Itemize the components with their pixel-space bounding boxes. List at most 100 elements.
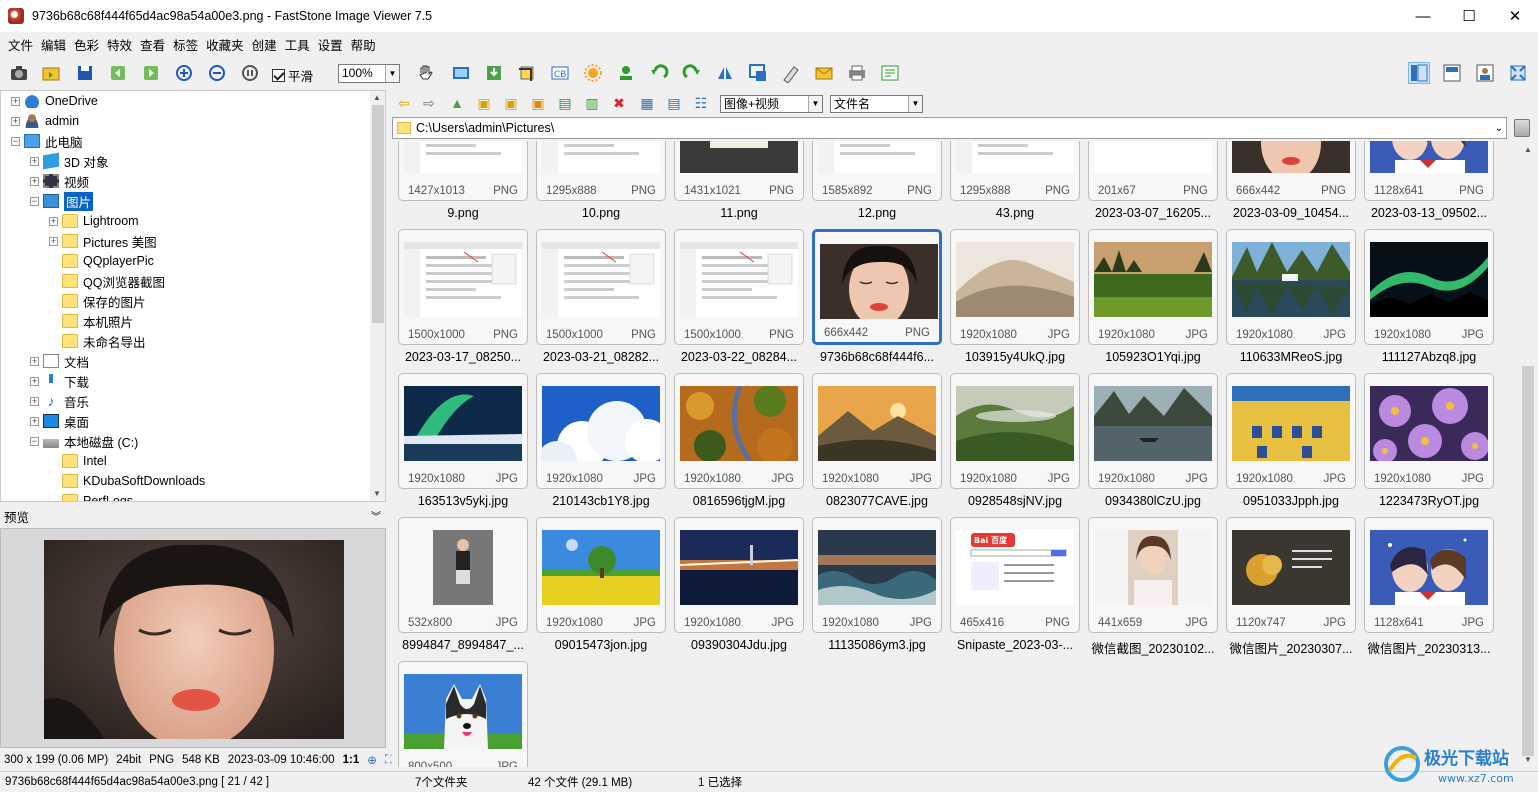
thumbnail-item[interactable]: 1295x888 PNG 43.png: [944, 141, 1080, 229]
tree-item[interactable]: + 桌面: [30, 411, 89, 431]
thumbnail-item[interactable]: 532x800 JPG 8994847_8994847_...: [392, 517, 528, 661]
contact-sheet-icon[interactable]: [879, 62, 901, 84]
thumbnail-item[interactable]: 1500x1000 PNG 2023-03-21_08282...: [530, 229, 666, 373]
tree-item[interactable]: + Pictures 美图: [49, 231, 157, 251]
menu-tags[interactable]: 标签: [169, 35, 202, 54]
thumbnail-item[interactable]: 666x442 PNG 2023-03-09_10454...: [1220, 141, 1356, 229]
flip-icon[interactable]: [714, 62, 736, 84]
path-field[interactable]: C:\Users\admin\Pictures\ ⌄: [392, 117, 1507, 139]
expand-icon[interactable]: +: [49, 216, 58, 226]
favorite-folder-icon[interactable]: ▣: [529, 94, 547, 112]
hand-tool-icon[interactable]: [410, 62, 442, 84]
thumbnail-card[interactable]: 1120x747 JPG: [1226, 517, 1356, 633]
crop-icon[interactable]: [516, 62, 538, 84]
menu-favorites[interactable]: 收藏夹: [202, 35, 248, 54]
thumbnail-card[interactable]: 1920x1080 JPG: [1364, 373, 1494, 489]
thumbnail-card[interactable]: 1920x1080 JPG: [812, 517, 942, 633]
thumbnail-item[interactable]: 666x442 PNG 9736b68c68f444f6...: [806, 229, 942, 373]
thumbnail-item[interactable]: 1500x1000 PNG 2023-03-17_08250...: [392, 229, 528, 373]
slideshow-icon[interactable]: [450, 62, 472, 84]
maximize-button[interactable]: ☐: [1446, 0, 1492, 32]
thumbnail-card[interactable]: 1920x1080 JPG: [674, 517, 804, 633]
previous-icon[interactable]: [107, 62, 129, 84]
forward-arrow-icon[interactable]: ⇨: [420, 94, 438, 112]
tree-item[interactable]: − 此电脑: [11, 131, 83, 151]
view-mode-browser-icon[interactable]: [1408, 62, 1430, 84]
tree-item[interactable]: + OneDrive: [11, 91, 98, 111]
thumbnail-card[interactable]: 1920x1080 JPG: [674, 373, 804, 489]
tree-item[interactable]: QQ浏览器截图: [49, 271, 165, 291]
tree-item[interactable]: KDubaSoftDownloads: [49, 471, 205, 491]
close-button[interactable]: ✕: [1492, 0, 1538, 32]
expand-icon[interactable]: +: [30, 356, 39, 366]
copy-to-icon[interactable]: ▤: [556, 94, 574, 112]
thumbnail-card[interactable]: 1431x1021 PNG: [674, 141, 804, 201]
back-arrow-icon[interactable]: ⇦: [395, 94, 413, 112]
new-folder-icon[interactable]: ▣: [502, 94, 520, 112]
thumbnail-card[interactable]: 1920x1080 JPG: [1364, 229, 1494, 345]
draw-icon[interactable]: [780, 62, 802, 84]
tree-scrollbar[interactable]: ▲ ▼: [370, 91, 385, 501]
menu-view[interactable]: 查看: [136, 35, 169, 54]
thumbnail-item[interactable]: 1295x888 PNG 10.png: [530, 141, 666, 229]
thumbnail-item[interactable]: 1920x1080 JPG 110633MReoS.jpg: [1220, 229, 1356, 373]
brightness-icon[interactable]: [582, 62, 604, 84]
thumbnail-item[interactable]: 1920x1080 JPG 163513v5ykj.jpg: [392, 373, 528, 517]
thumbnail-card[interactable]: 1920x1080 JPG: [536, 517, 666, 633]
thumbnail-card[interactable]: 1128x641 PNG: [1364, 141, 1494, 201]
fit-icon[interactable]: ⊕: [367, 753, 377, 767]
batch-convert-icon[interactable]: CB: [549, 62, 571, 84]
expand-icon[interactable]: +: [11, 96, 20, 106]
resize-icon[interactable]: [747, 62, 769, 84]
tree-item[interactable]: − 图片: [30, 191, 94, 211]
delete-icon[interactable]: ✖: [610, 94, 628, 112]
expand-icon[interactable]: +: [30, 176, 39, 186]
rotate-right-icon[interactable]: [681, 62, 703, 84]
next-icon[interactable]: [140, 62, 162, 84]
tree-item[interactable]: + admin: [11, 111, 79, 131]
tree-item[interactable]: +3D 对象: [30, 151, 108, 171]
menu-create[interactable]: 创建: [248, 35, 281, 54]
thumbnail-item[interactable]: 1920x1080 JPG 0816596tjgM.jpg: [668, 373, 804, 517]
tree-item[interactable]: + 视频: [30, 171, 89, 191]
filter-select[interactable]: 图像+视频 ▼: [720, 95, 823, 113]
scroll-down-icon[interactable]: ▼: [373, 489, 381, 498]
thumbnail-item[interactable]: 1500x1000 PNG 2023-03-22_08284...: [668, 229, 804, 373]
thumbnail-item[interactable]: 1427x1013 PNG 9.png: [392, 141, 528, 229]
scroll-up-icon[interactable]: ▲: [1524, 145, 1532, 154]
thumbnail-item[interactable]: 800x500 JPG: [392, 661, 528, 767]
thumbnail-card[interactable]: 666x442 PNG: [1226, 141, 1356, 201]
rotate-left-icon[interactable]: [648, 62, 670, 84]
tree-item[interactable]: PerfLogs: [49, 491, 133, 501]
thumbnail-card[interactable]: 1295x888 PNG: [950, 141, 1080, 201]
thumbnail-card[interactable]: 1920x1080 JPG: [1088, 373, 1218, 489]
zoom-select[interactable]: 100% ▼: [338, 64, 400, 83]
thumbnail-item[interactable]: 1920x1080 JPG 1223473RyOT.jpg: [1358, 373, 1494, 517]
thumbnail-card[interactable]: 1427x1013 PNG: [398, 141, 528, 201]
menu-effects[interactable]: 特效: [103, 35, 136, 54]
thumbnail-card[interactable]: 532x800 JPG: [398, 517, 528, 633]
email-icon[interactable]: [813, 62, 835, 84]
thumbnail-card[interactable]: 1920x1080 JPG: [1226, 229, 1356, 345]
grid-scrollbar[interactable]: ▲ ▼: [1519, 141, 1538, 767]
thumbnail-card[interactable]: 600000T9D4DV45XQYKKAAEU85 201x67 PNG: [1088, 141, 1218, 201]
tree-item[interactable]: + ♪ 音乐: [30, 391, 89, 411]
thumbnail-item[interactable]: 1128x641 JPG 微信图片_20230313...: [1358, 517, 1494, 661]
thumbnail-card[interactable]: 1500x1000 PNG: [398, 229, 528, 345]
expand-icon[interactable]: +: [30, 156, 39, 166]
thumbnail-grid[interactable]: 1427x1013 PNG 9.png 1295x888 PNG 10.png 1431x1…: [392, 141, 1519, 767]
open-folder-icon[interactable]: [40, 62, 62, 84]
thumbnail-card[interactable]: 1500x1000 PNG: [536, 229, 666, 345]
fullscreen-icon[interactable]: [1507, 62, 1529, 84]
thumbnail-item[interactable]: 1920x1080 JPG 210143cb1Y8.jpg: [530, 373, 666, 517]
thumbnail-card[interactable]: 1920x1080 JPG: [950, 373, 1080, 489]
thumb-size-large-icon[interactable]: ▦: [638, 94, 656, 112]
thumb-size-small-icon[interactable]: ▤: [665, 94, 683, 112]
minimize-button[interactable]: —: [1400, 0, 1446, 32]
thumbnail-card[interactable]: Bai 百度 465x416 PNG: [950, 517, 1080, 633]
thumbnail-card[interactable]: 1920x1080 JPG: [950, 229, 1080, 345]
thumbnail-card[interactable]: 1920x1080 JPG: [536, 373, 666, 489]
smooth-checkbox[interactable]: 平滑: [272, 66, 313, 85]
thumbnail-item[interactable]: 1920x1080 JPG 09390304Jdu.jpg: [668, 517, 804, 661]
scroll-up-icon[interactable]: ▲: [373, 93, 381, 102]
